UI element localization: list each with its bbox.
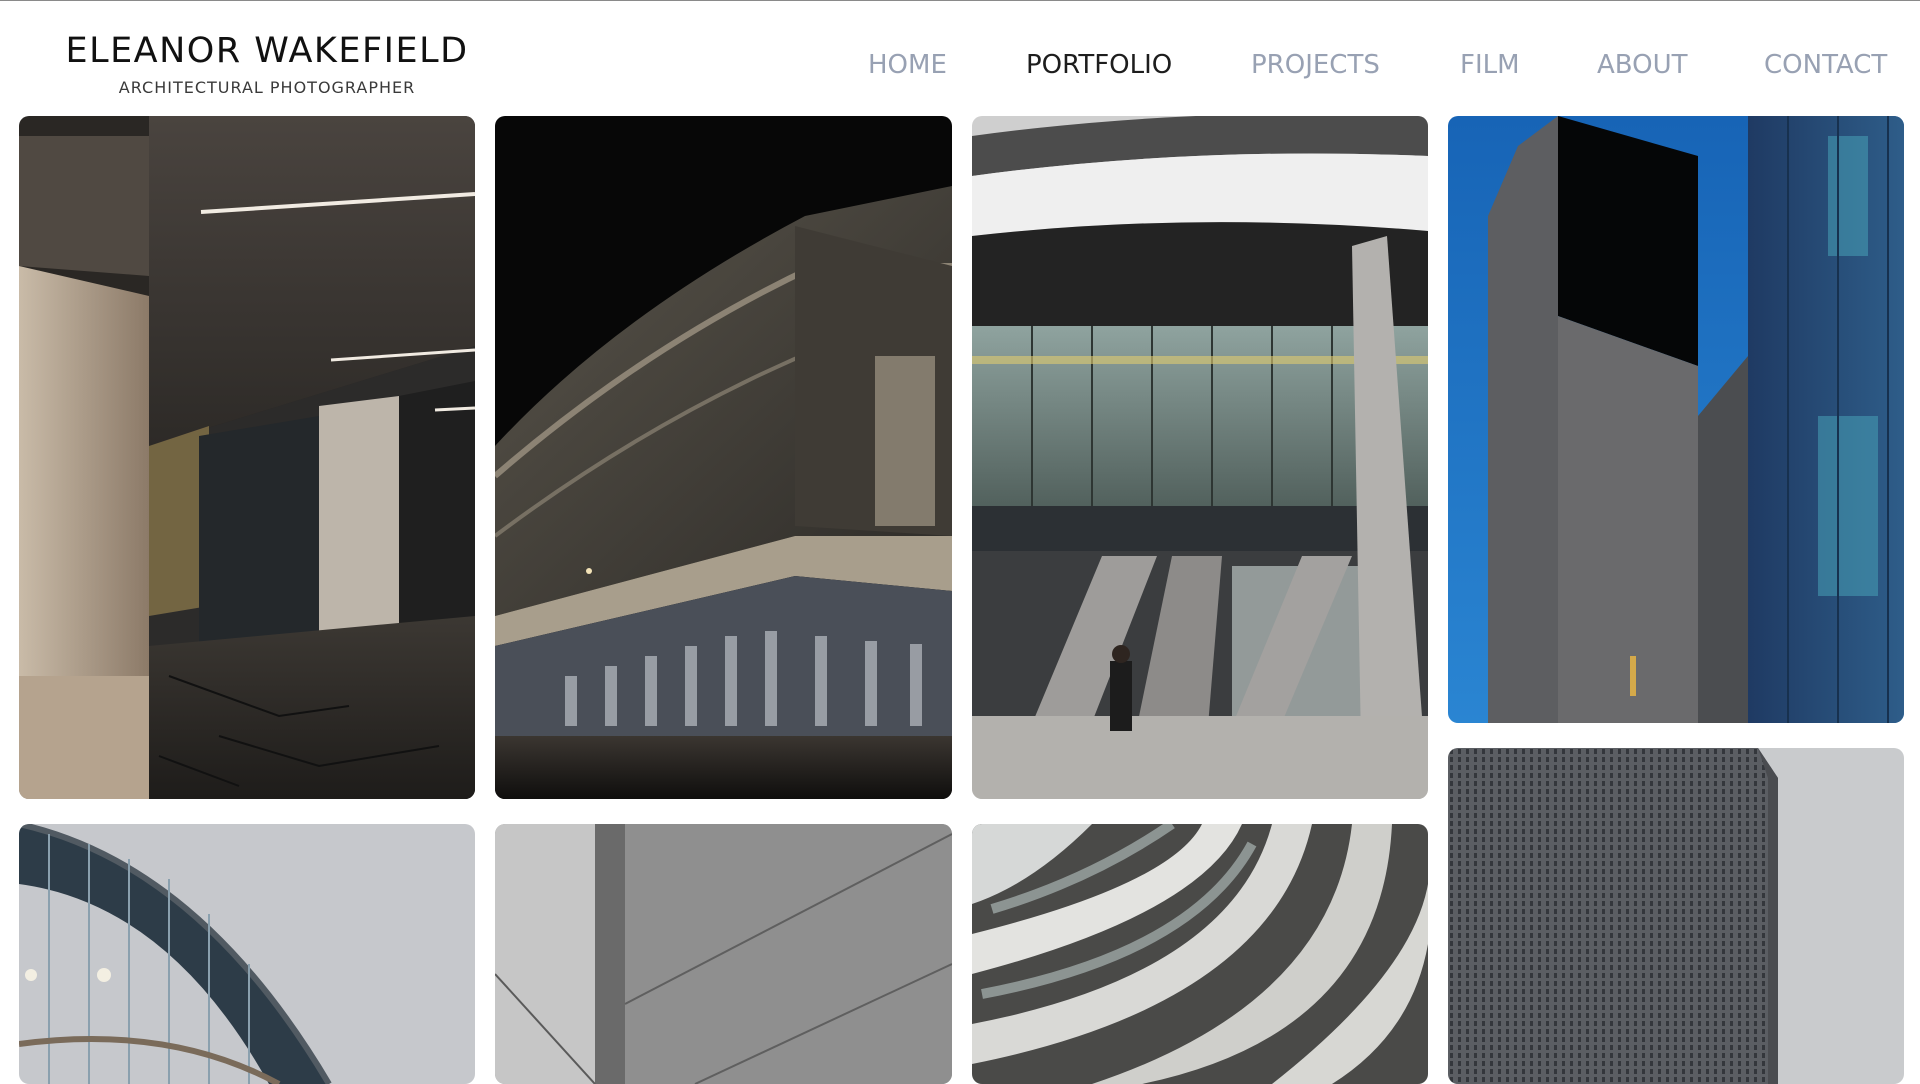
curved-glass-building-night-photo[interactable] bbox=[495, 116, 952, 799]
concrete-underpass-photo[interactable] bbox=[19, 116, 475, 799]
concrete-wall-detail-photo[interactable] bbox=[495, 824, 952, 1084]
blue-facade-photo[interactable] bbox=[1448, 116, 1904, 723]
site-header: ELEANOR WAKEFIELD ARCHITECTURAL PHOTOGRA… bbox=[0, 0, 1920, 110]
nav-about[interactable]: ABOUT bbox=[1597, 48, 1688, 82]
nav-home[interactable]: HOME bbox=[868, 48, 947, 82]
curved-balconies-photo[interactable] bbox=[972, 824, 1428, 1084]
perforated-tower-photo[interactable] bbox=[1448, 748, 1904, 1084]
nav-portfolio[interactable]: PORTFOLIO bbox=[1026, 48, 1172, 82]
nav-film[interactable]: FILM bbox=[1460, 48, 1520, 82]
curved-glass-roof-photo[interactable] bbox=[19, 824, 475, 1084]
glass-facade-pillars-photo[interactable] bbox=[972, 116, 1428, 799]
nav-contact[interactable]: CONTACT bbox=[1764, 48, 1887, 82]
nav-projects[interactable]: PROJECTS bbox=[1251, 48, 1380, 82]
main-nav: HOME PORTFOLIO PROJECTS FILM ABOUT CONTA… bbox=[0, 48, 1920, 82]
